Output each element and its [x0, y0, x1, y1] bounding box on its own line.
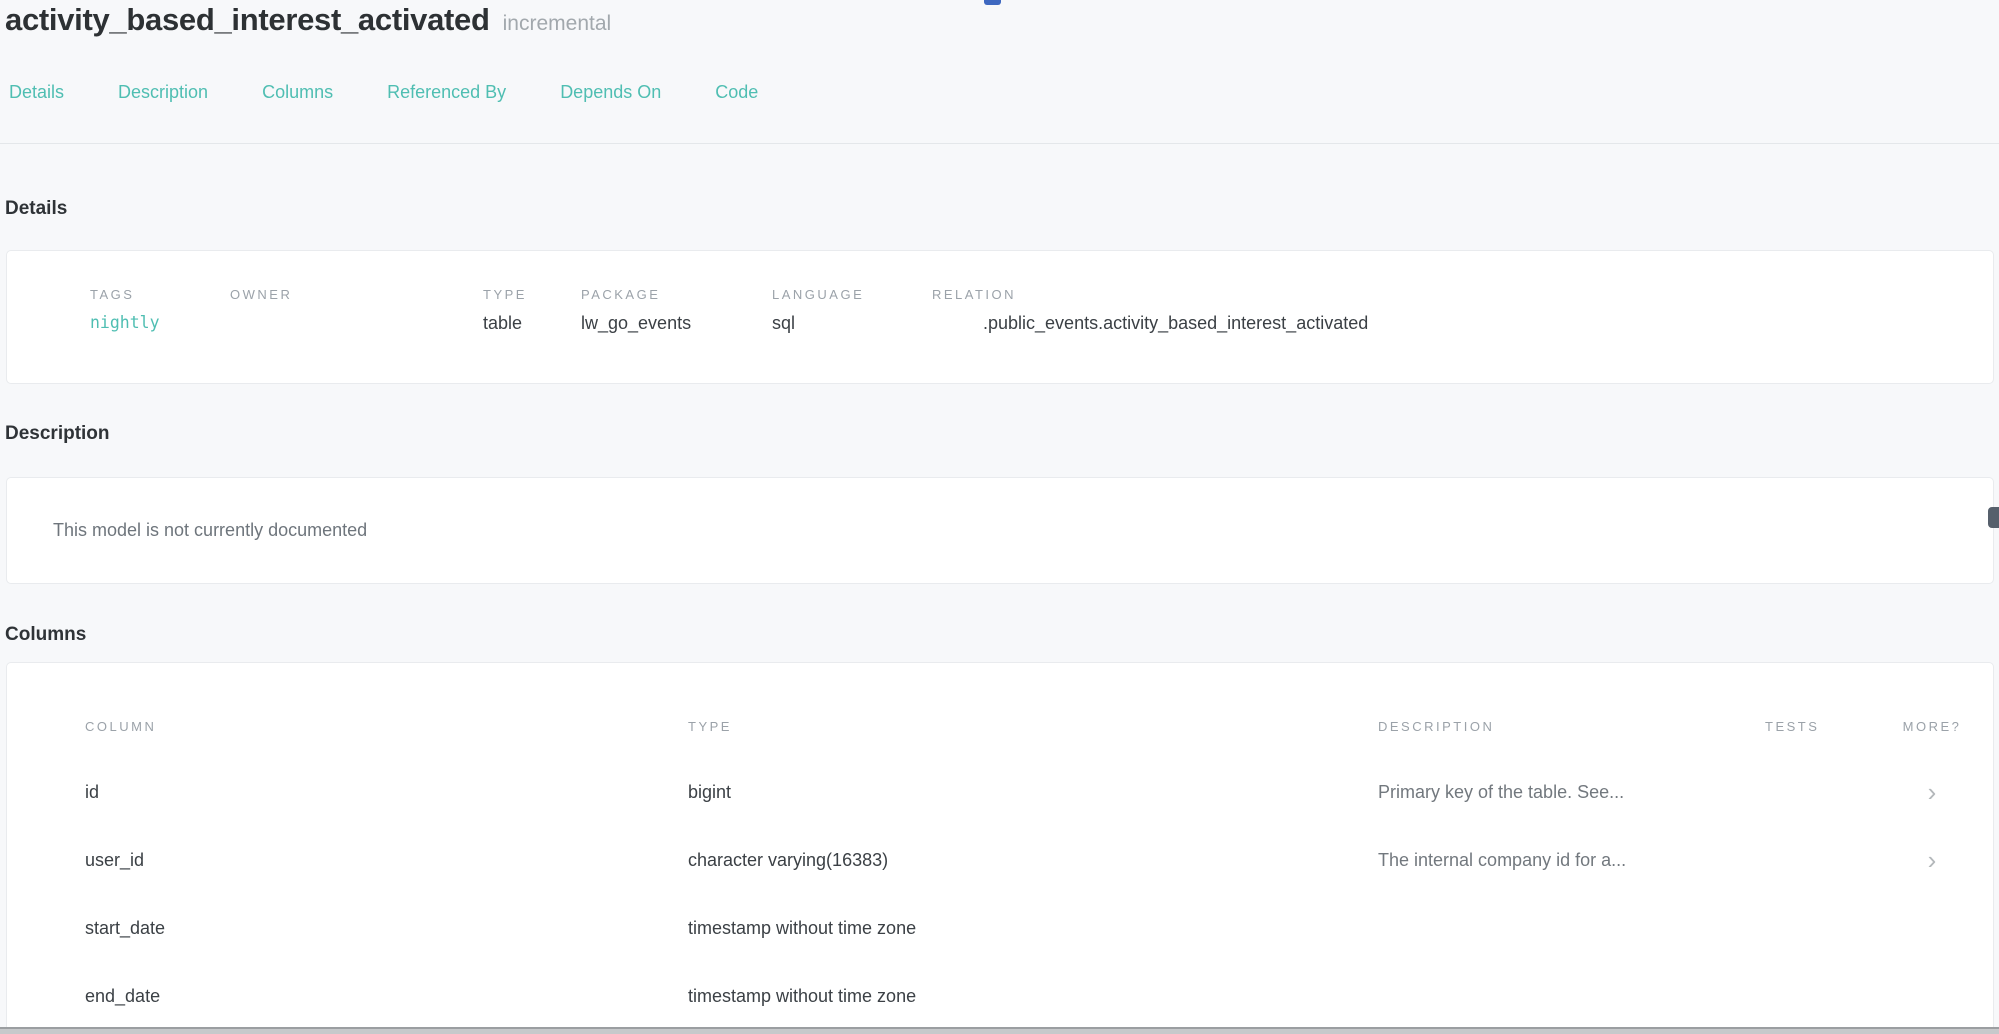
- table-row[interactable]: id bigint Primary key of the table. See.…: [85, 758, 1993, 826]
- cell-column-name: start_date: [85, 918, 688, 939]
- table-row[interactable]: end_date timestamp without time zone: [85, 962, 1993, 1030]
- description-text: This model is not currently documented: [7, 478, 1993, 541]
- detail-field-value: .public_events.activity_based_interest_a…: [932, 313, 1993, 334]
- section-tabs: Details Description Columns Referenced B…: [9, 82, 758, 103]
- page-header: activity_based_interest_activated increme…: [5, 2, 611, 38]
- cell-column-name: end_date: [85, 986, 688, 1007]
- column-header-description: DESCRIPTION: [1378, 719, 1765, 734]
- horizontal-scrollbar[interactable]: [0, 1027, 1999, 1034]
- columns-table-body: id bigint Primary key of the table. See.…: [85, 758, 1993, 1030]
- nav-tab[interactable]: Referenced By: [387, 82, 506, 103]
- detail-field-label: OWNER: [230, 287, 483, 302]
- cell-column-name: id: [85, 782, 688, 803]
- column-header-column: COLUMN: [85, 719, 688, 734]
- nav-tab[interactable]: Description: [118, 82, 208, 103]
- cell-column-name: user_id: [85, 850, 688, 871]
- nav-tab[interactable]: Code: [715, 82, 758, 103]
- columns-table-header: COLUMN TYPE DESCRIPTION TESTS MORE?: [85, 663, 1993, 734]
- detail-fields: TAGS nightly OWNER TYPE table PACKAGE lw…: [7, 251, 1993, 334]
- cell-column-description: The internal company id for a...: [1378, 850, 1765, 871]
- detail-field-label: TAGS: [90, 287, 230, 302]
- columns-card: COLUMN TYPE DESCRIPTION TESTS MORE? id b…: [6, 662, 1994, 1034]
- header-divider: [0, 143, 1999, 144]
- nav-tab[interactable]: Details: [9, 82, 64, 103]
- detail-field-value: sql: [772, 313, 932, 334]
- detail-field: OWNER: [230, 287, 483, 334]
- detail-field-value: [230, 313, 483, 334]
- column-header-tests: TESTS: [1765, 719, 1890, 734]
- details-section-heading: Details: [5, 198, 67, 220]
- materialization-badge: incremental: [503, 12, 612, 35]
- cell-column-description: Primary key of the table. See...: [1378, 782, 1765, 803]
- table-row[interactable]: user_id character varying(16383) The int…: [85, 826, 1993, 894]
- nav-tab[interactable]: Columns: [262, 82, 333, 103]
- cell-column-type: bigint: [688, 782, 1378, 803]
- model-docs-page: activity_based_interest_activated increme…: [0, 0, 1999, 1034]
- detail-field-label: TYPE: [483, 287, 581, 302]
- page-title: activity_based_interest_activated: [5, 2, 490, 37]
- column-header-more: MORE?: [1890, 719, 1974, 734]
- column-header-type: TYPE: [688, 719, 1378, 734]
- cut-off-link[interactable]: [984, 0, 1001, 5]
- description-card: This model is not currently documented: [6, 477, 1994, 584]
- description-section-heading: Description: [5, 423, 110, 445]
- detail-field: RELATION .public_events.activity_based_i…: [932, 287, 1993, 334]
- detail-field: TAGS nightly: [90, 287, 230, 334]
- detail-field-value: nightly: [90, 313, 230, 334]
- details-card: TAGS nightly OWNER TYPE table PACKAGE lw…: [6, 250, 1994, 384]
- vertical-scrollbar-thumb[interactable]: [1988, 507, 1999, 528]
- detail-field: TYPE table: [483, 287, 581, 334]
- detail-field: PACKAGE lw_go_events: [581, 287, 772, 334]
- columns-table: COLUMN TYPE DESCRIPTION TESTS MORE? id b…: [7, 663, 1993, 1030]
- detail-field-label: RELATION: [932, 287, 1993, 302]
- detail-field-label: PACKAGE: [581, 287, 772, 302]
- table-row[interactable]: start_date timestamp without time zone: [85, 894, 1993, 962]
- cell-column-type: timestamp without time zone: [688, 918, 1378, 939]
- columns-section-heading: Columns: [5, 624, 86, 646]
- cell-column-type: character varying(16383): [688, 850, 1378, 871]
- detail-field-label: LANGUAGE: [772, 287, 932, 302]
- nav-tab[interactable]: Depends On: [560, 82, 661, 103]
- detail-field: LANGUAGE sql: [772, 287, 932, 334]
- detail-field-value: lw_go_events: [581, 313, 772, 334]
- chevron-right-icon[interactable]: ›: [1890, 779, 1974, 805]
- detail-field-value: table: [483, 313, 581, 334]
- cell-column-type: timestamp without time zone: [688, 986, 1378, 1007]
- chevron-right-icon[interactable]: ›: [1890, 847, 1974, 873]
